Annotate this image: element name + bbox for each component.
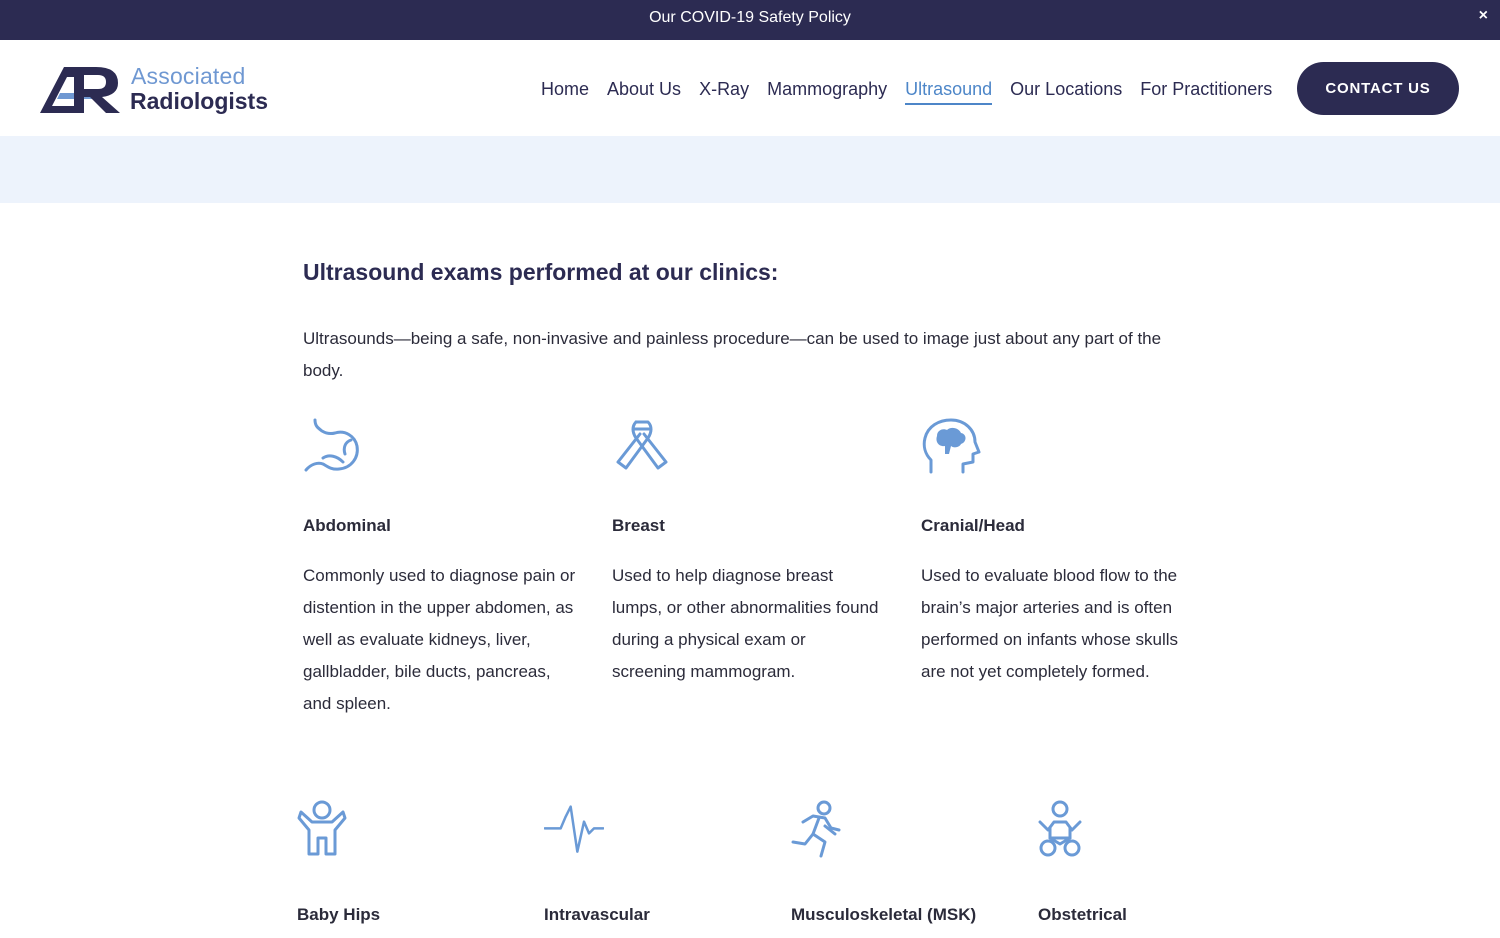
- exam-description: Used to evaluate blood flow to the brain…: [921, 566, 1179, 681]
- heartbeat-icon: [544, 805, 604, 853]
- exam-description: Used to help diagnose breast lumps, or o…: [612, 566, 879, 681]
- exam-card-cranial-head: Cranial/Head Used to evaluate blood flow…: [921, 418, 1201, 698]
- exam-card-abdominal: Abdominal Commonly used to diagnose pain…: [303, 418, 583, 728]
- main-nav: Home About Us X-Ray Mammography Ultrasou…: [541, 77, 1290, 105]
- child-icon: [297, 800, 347, 856]
- logo-mark-icon: [40, 67, 120, 113]
- exam-title: Cranial/Head: [921, 516, 1025, 535]
- logo[interactable]: Associated Radiologists: [40, 60, 280, 120]
- contact-us-button[interactable]: CONTACT US: [1297, 62, 1459, 115]
- nav-x-ray[interactable]: X-Ray: [699, 77, 749, 105]
- hero-band: [0, 136, 1500, 203]
- head-brain-icon: [922, 418, 981, 474]
- exam-card-obstetrical: Obstetrical: [1038, 800, 1238, 930]
- exam-title: Intravascular: [544, 905, 650, 924]
- nav-mammography[interactable]: Mammography: [767, 77, 887, 105]
- exam-card-musculoskeletal: Musculoskeletal (MSK): [791, 800, 1021, 930]
- covid-banner: Our COVID-19 Safety Policy ×: [0, 0, 1500, 40]
- nav-about-us[interactable]: About Us: [607, 77, 681, 105]
- close-icon[interactable]: ×: [1479, 6, 1488, 26]
- exam-card-baby-hips: Baby Hips: [297, 800, 517, 930]
- running-person-icon: [791, 800, 841, 858]
- exam-card-breast: Breast Used to help diagnose breast lump…: [612, 418, 882, 698]
- exam-title: Musculoskeletal (MSK): [791, 905, 977, 924]
- exam-title: Baby Hips: [297, 905, 381, 924]
- site-header: Associated Radiologists Home About Us X-…: [0, 40, 1500, 136]
- exam-title: Abdominal: [303, 516, 391, 535]
- exam-card-intravascular: Intravascular: [544, 800, 764, 930]
- exam-title: Breast: [612, 516, 665, 535]
- nav-ultrasound[interactable]: Ultrasound: [905, 77, 993, 105]
- logo-text-radiologists: Radiologists: [130, 88, 269, 114]
- section-intro: Ultrasounds—being a safe, non-invasive a…: [303, 329, 1162, 380]
- baby-icon: [1038, 800, 1082, 857]
- nav-our-locations[interactable]: Our Locations: [1010, 77, 1122, 105]
- exam-description: Commonly used to diagnose pain or disten…: [303, 566, 576, 713]
- ribbon-icon: [616, 420, 668, 470]
- nav-for-practitioners[interactable]: For Practitioners: [1140, 77, 1272, 105]
- section-title: Ultrasound exams performed at our clinic…: [303, 259, 779, 285]
- logo-text-associated: Associated: [131, 63, 246, 89]
- exam-title: Obstetrical: [1038, 905, 1127, 924]
- covid-policy-link[interactable]: Our COVID-19 Safety Policy: [0, 0, 1500, 40]
- stomach-icon: [304, 418, 359, 472]
- nav-home[interactable]: Home: [541, 77, 589, 105]
